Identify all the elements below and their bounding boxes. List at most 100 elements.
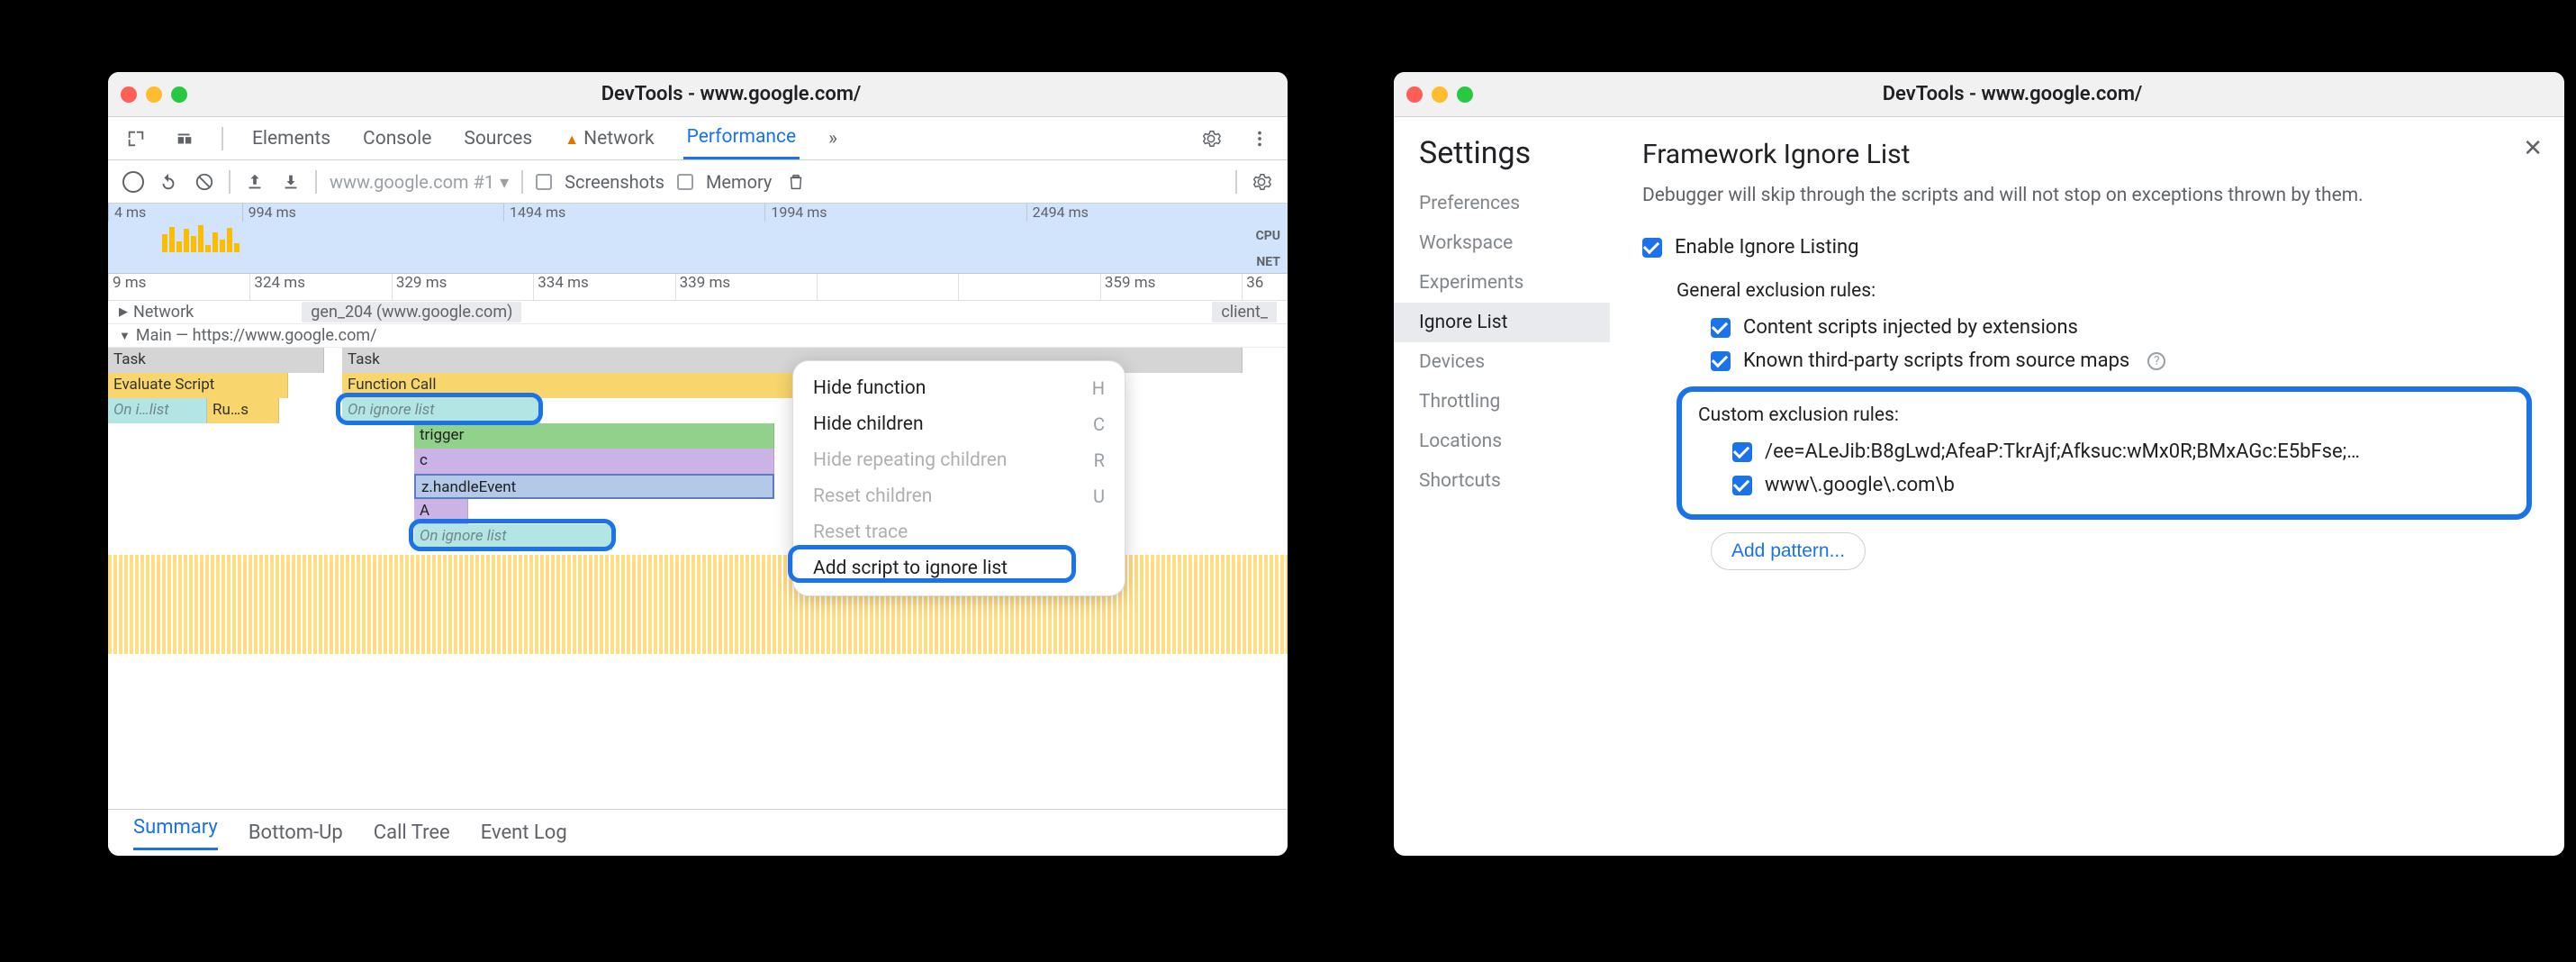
maximize-window-button[interactable]	[1457, 86, 1473, 103]
minimize-window-button[interactable]	[146, 86, 162, 103]
kebab-icon[interactable]	[1248, 127, 1271, 150]
flame-bar[interactable]: c	[414, 449, 774, 474]
overview-minimap[interactable]: 4 ms 994 ms 1494 ms 1994 ms 2494 ms CPU …	[108, 204, 1288, 274]
nav-experiments[interactable]: Experiments	[1394, 263, 1610, 303]
screenshots-label: Screenshots	[565, 171, 664, 193]
enable-ignore-listing-row[interactable]: Enable Ignore Listing	[1642, 231, 2532, 264]
memory-checkbox[interactable]	[677, 174, 693, 190]
gear-icon[interactable]	[1250, 170, 1273, 194]
main-panel-tabs: Elements Console Sources Network Perform…	[108, 117, 1288, 160]
tab-console[interactable]: Console	[359, 119, 435, 159]
rule-content-scripts[interactable]: Content scripts injected by extensions	[1711, 311, 2532, 344]
checkbox-icon[interactable]	[1711, 351, 1731, 371]
network-entry[interactable]: client_	[1212, 302, 1277, 322]
tab-bottom-up[interactable]: Bottom-Up	[249, 821, 343, 844]
close-icon[interactable]: ✕	[2523, 135, 2543, 162]
settings-sidebar: Settings Preferences Workspace Experimen…	[1394, 117, 1610, 856]
menu-hide-repeating: Hide repeating childrenR	[793, 442, 1125, 478]
devtools-window-performance: DevTools - www.google.com/ Elements Cons…	[108, 72, 1288, 856]
menu-hide-children[interactable]: Hide childrenC	[793, 406, 1125, 442]
tab-event-log[interactable]: Event Log	[481, 821, 567, 844]
flame-bar-ignored[interactable]: On ignore list	[414, 524, 612, 549]
tab-call-tree[interactable]: Call Tree	[374, 821, 450, 844]
tab-more[interactable]: »	[825, 119, 841, 159]
checkbox-icon[interactable]	[1711, 318, 1731, 338]
settings-main: ✕ Framework Ignore List Debugger will sk…	[1610, 117, 2564, 856]
settings-heading: Framework Ignore List	[1642, 139, 2532, 170]
network-entry[interactable]: gen_204 (www.google.com)	[302, 302, 521, 322]
general-rules-label: General exclusion rules:	[1677, 280, 2532, 302]
window-title: DevTools - www.google.com/	[187, 83, 1275, 105]
tab-performance[interactable]: Performance	[683, 117, 800, 159]
inspect-icon[interactable]	[124, 127, 148, 150]
menu-hide-function[interactable]: Hide functionH	[793, 370, 1125, 406]
time-ruler[interactable]: 9 ms 324 ms 329 ms 334 ms 339 ms 359 ms …	[108, 274, 1288, 301]
network-track[interactable]: ▶ Network gen_204 (www.google.com) clien…	[108, 301, 1288, 324]
flame-bar[interactable]: Ru…s	[207, 398, 279, 423]
minimize-window-button[interactable]	[1432, 86, 1448, 103]
menu-reset-trace: Reset trace	[793, 514, 1125, 550]
ov-tick: 994 ms	[242, 204, 503, 222]
checkbox-icon[interactable]	[1732, 476, 1752, 495]
flame-bar-ignored[interactable]: On i…list	[108, 398, 207, 423]
ov-tick: 2494 ms	[1026, 204, 1288, 222]
flame-bar-ignored[interactable]: On ignore list	[342, 398, 540, 423]
close-window-button[interactable]	[1406, 86, 1423, 103]
chevron-down-icon: ▼	[119, 329, 131, 343]
nav-ignore-list[interactable]: Ignore List	[1394, 303, 1610, 342]
device-toggle-icon[interactable]	[173, 127, 196, 150]
checkbox-icon[interactable]	[1642, 238, 1662, 258]
nav-devices[interactable]: Devices	[1394, 342, 1610, 382]
menu-reset-children: Reset childrenU	[793, 478, 1125, 514]
screenshots-checkbox[interactable]	[536, 174, 552, 190]
upload-icon[interactable]	[243, 170, 267, 194]
flame-bar-trigger[interactable]: trigger	[414, 423, 774, 449]
rule-third-party[interactable]: Known third-party scripts from source ma…	[1711, 344, 2532, 377]
nav-throttling[interactable]: Throttling	[1394, 382, 1610, 422]
ov-tick: 4 ms	[108, 204, 242, 222]
close-window-button[interactable]	[121, 86, 137, 103]
memory-label: Memory	[706, 171, 772, 193]
reload-icon[interactable]	[157, 170, 180, 194]
ov-tick: 1494 ms	[503, 204, 764, 222]
traffic-lights	[121, 86, 187, 103]
checkbox-icon[interactable]	[1732, 442, 1752, 462]
custom-rule-2[interactable]: www\.google\.com\b	[1732, 468, 2510, 502]
nav-locations[interactable]: Locations	[1394, 422, 1610, 461]
performance-toolbar: www.google.com #1 ▾ Screenshots Memory	[108, 160, 1288, 204]
traffic-lights	[1406, 86, 1473, 103]
settings-description: Debugger will skip through the scripts a…	[1642, 183, 2532, 209]
help-icon[interactable]: ?	[2147, 352, 2165, 370]
flame-bar-evaluate-script[interactable]: Evaluate Script	[108, 373, 288, 398]
tab-sources[interactable]: Sources	[460, 119, 536, 159]
context-selector[interactable]: www.google.com #1 ▾	[330, 171, 509, 193]
maximize-window-button[interactable]	[171, 86, 187, 103]
tab-summary[interactable]: Summary	[133, 816, 218, 850]
gear-icon[interactable]	[1199, 127, 1223, 150]
clear-icon[interactable]	[193, 170, 216, 194]
download-icon[interactable]	[279, 170, 303, 194]
ov-tick: 1994 ms	[764, 204, 1026, 222]
add-pattern-button[interactable]: Add pattern...	[1711, 532, 1866, 570]
trash-icon[interactable]	[784, 170, 808, 194]
flame-bar-task[interactable]: Task	[108, 348, 324, 373]
tab-elements[interactable]: Elements	[249, 119, 334, 159]
record-button[interactable]	[122, 171, 144, 193]
cpu-label: CPU	[1256, 229, 1280, 243]
menu-add-ignore[interactable]: Add script to ignore list	[793, 550, 1125, 586]
flame-bar-selected[interactable]: z.handleEvent	[414, 474, 774, 499]
titlebar[interactable]: DevTools - www.google.com/	[1394, 72, 2564, 117]
context-menu: Hide functionH Hide childrenC Hide repea…	[792, 360, 1125, 596]
main-track-header[interactable]: ▼ Main — https://www.google.com/	[108, 324, 1288, 348]
chevron-right-icon: ▶	[119, 305, 128, 319]
nav-shortcuts[interactable]: Shortcuts	[1394, 461, 1610, 501]
custom-rule-1[interactable]: /ee=ALeJib:B8gLwd;AfeaP:TkrAjf;Afksuc:wM…	[1732, 435, 2510, 468]
nav-preferences[interactable]: Preferences	[1394, 184, 1610, 223]
settings-title: Settings	[1394, 135, 1610, 184]
net-label: NET	[1256, 255, 1280, 269]
flame-bar[interactable]: A	[414, 499, 468, 524]
nav-workspace[interactable]: Workspace	[1394, 223, 1610, 263]
titlebar[interactable]: DevTools - www.google.com/	[108, 72, 1288, 117]
tab-network[interactable]: Network	[561, 119, 657, 159]
custom-rules-highlight: Custom exclusion rules: /ee=ALeJib:B8gLw…	[1677, 386, 2532, 520]
